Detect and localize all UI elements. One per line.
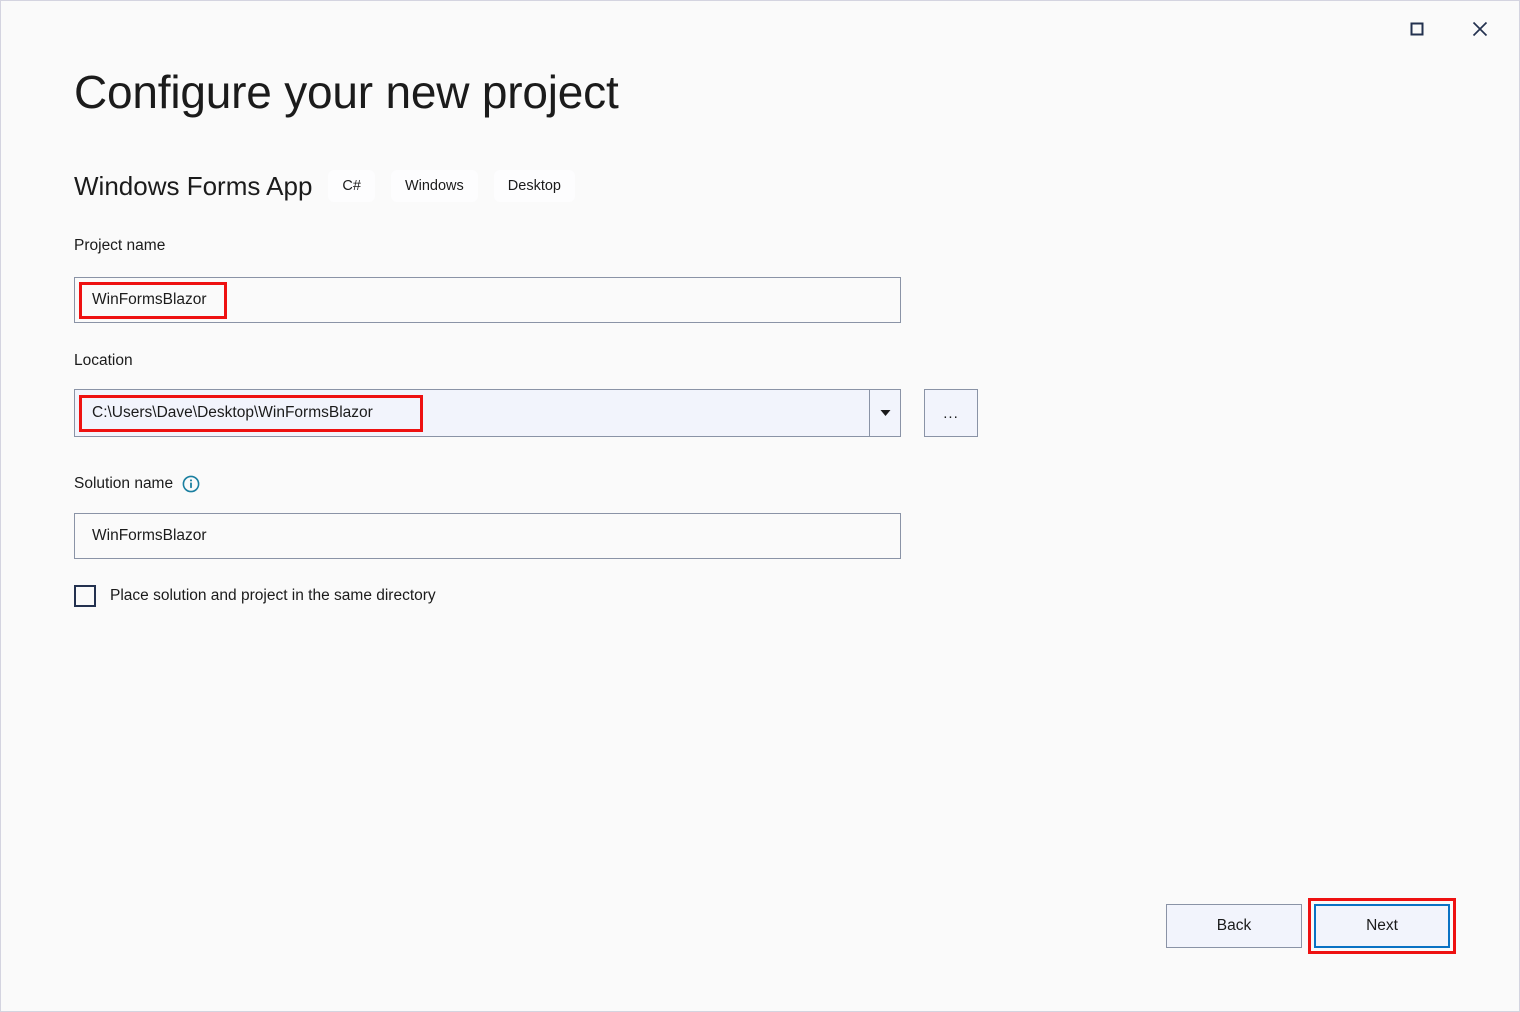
solution-name-value: WinFormsBlazor bbox=[92, 527, 207, 545]
project-name-input[interactable]: WinFormsBlazor bbox=[74, 277, 901, 323]
info-icon[interactable] bbox=[182, 475, 200, 493]
tag-platform: Windows bbox=[391, 170, 478, 203]
configure-project-dialog: Configure your new project Windows Forms… bbox=[0, 0, 1520, 1012]
solution-name-label: Solution name bbox=[74, 475, 200, 493]
back-label: Back bbox=[1217, 917, 1251, 935]
project-name-value: WinFormsBlazor bbox=[92, 291, 207, 309]
same-directory-checkbox[interactable] bbox=[74, 585, 96, 607]
template-name: Windows Forms App bbox=[74, 171, 312, 202]
location-value: C:\Users\Dave\Desktop\WinFormsBlazor bbox=[75, 404, 869, 422]
tag-project-type: Desktop bbox=[494, 170, 575, 203]
next-label: Next bbox=[1366, 917, 1398, 935]
template-summary: Windows Forms App C# Windows Desktop bbox=[74, 167, 575, 205]
chevron-down-icon[interactable] bbox=[870, 390, 900, 436]
back-button[interactable]: Back bbox=[1166, 904, 1302, 948]
close-icon bbox=[1471, 20, 1489, 38]
solution-name-label-text: Solution name bbox=[74, 475, 173, 493]
maximize-icon bbox=[1409, 21, 1425, 37]
same-directory-checkbox-row[interactable]: Place solution and project in the same d… bbox=[74, 585, 436, 607]
browse-label: ... bbox=[943, 405, 959, 422]
next-button[interactable]: Next bbox=[1314, 904, 1450, 948]
same-directory-label: Place solution and project in the same d… bbox=[110, 587, 436, 605]
location-label: Location bbox=[74, 352, 133, 370]
solution-name-input[interactable]: WinFormsBlazor bbox=[74, 513, 901, 559]
project-name-label: Project name bbox=[74, 237, 165, 255]
title-bar bbox=[1, 1, 1519, 57]
tag-language: C# bbox=[328, 170, 375, 203]
close-button[interactable] bbox=[1457, 9, 1503, 49]
location-combobox[interactable]: C:\Users\Dave\Desktop\WinFormsBlazor bbox=[74, 389, 901, 437]
maximize-button[interactable] bbox=[1394, 9, 1440, 49]
browse-location-button[interactable]: ... bbox=[924, 389, 978, 437]
page-title: Configure your new project bbox=[74, 65, 619, 119]
